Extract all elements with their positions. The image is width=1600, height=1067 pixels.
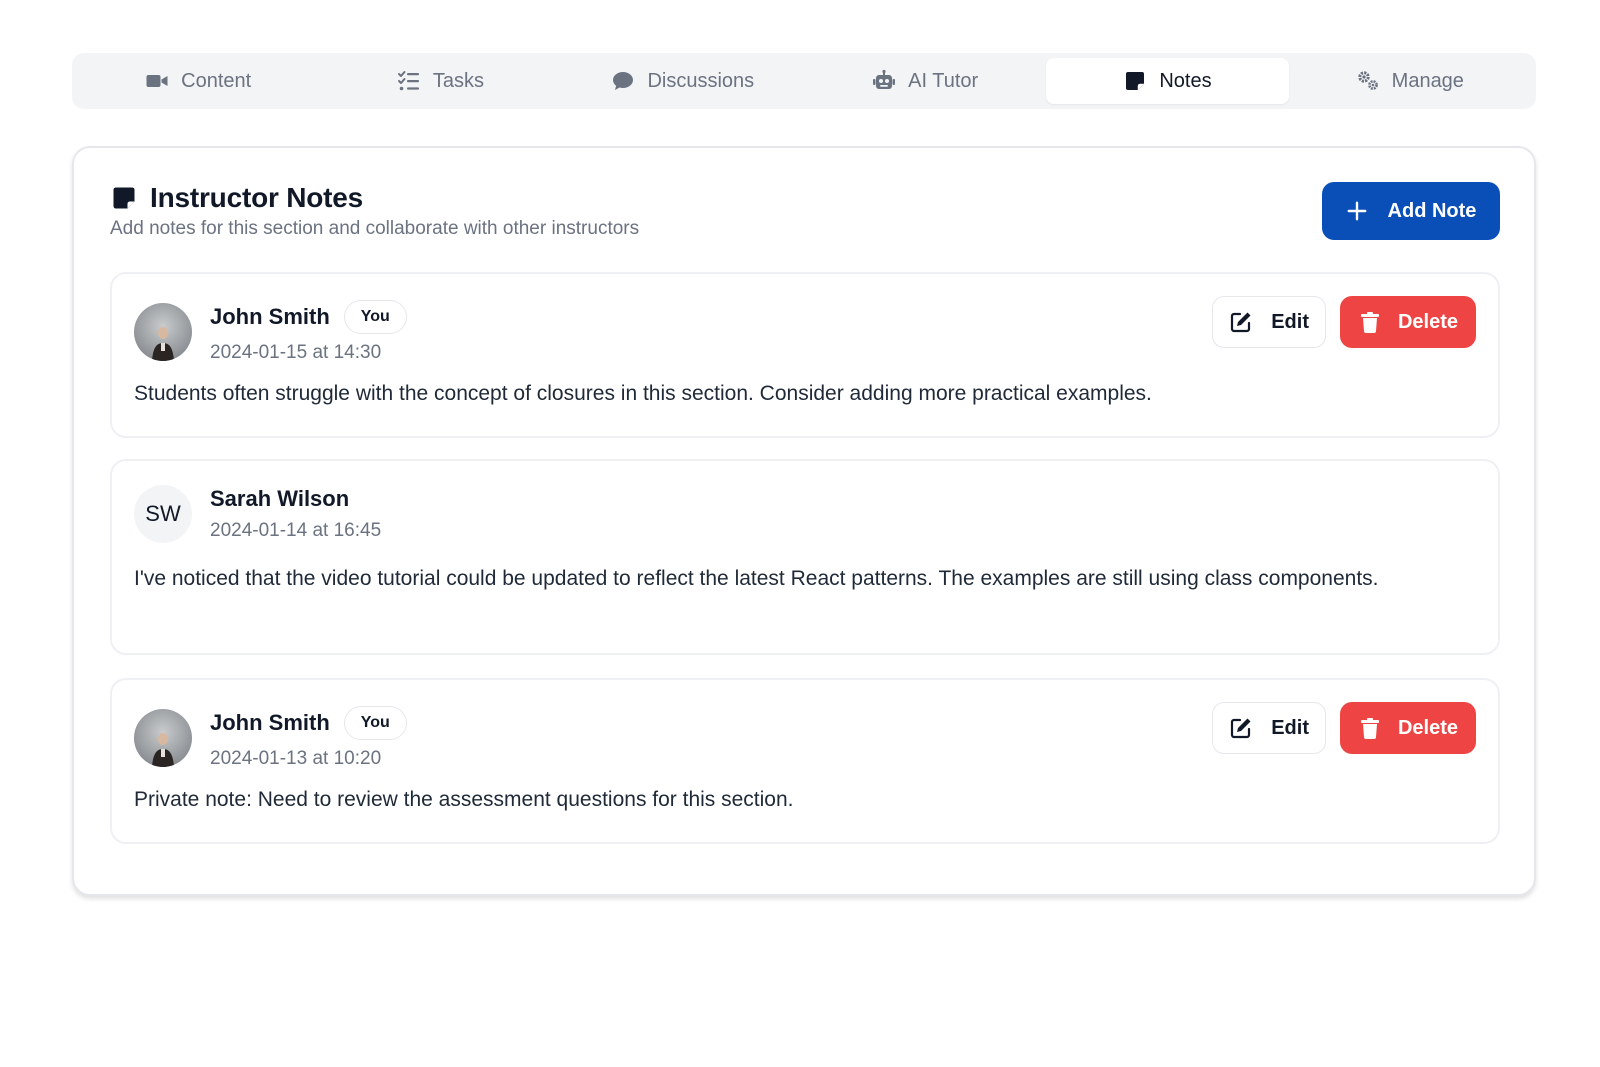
avatar: SW	[134, 485, 192, 543]
tab-label: Discussions	[647, 69, 755, 92]
edit-icon	[1230, 718, 1251, 739]
gears-icon	[1357, 71, 1378, 90]
card-header: Instructor Notes Add notes for this sect…	[110, 182, 639, 240]
delete-label: Delete	[1397, 310, 1458, 333]
you-badge: You	[343, 300, 407, 334]
author-name: John Smith	[210, 710, 330, 735]
tab-label: AI Tutor	[908, 69, 979, 92]
note-item: John Smith You 2024-01-15 at 14:30 Edit	[110, 272, 1500, 438]
edit-button[interactable]: Edit	[1212, 296, 1326, 348]
note-text: Students often struggle with the concept…	[134, 382, 1152, 405]
video-icon	[146, 75, 168, 87]
add-note-label: Add Note	[1387, 199, 1477, 222]
note-item: John Smith You 2024-01-13 at 10:20 Edit	[110, 678, 1500, 844]
person-silhouette-icon	[152, 733, 174, 767]
tab-discussions[interactable]: Discussions	[562, 58, 804, 104]
avatar	[134, 709, 192, 767]
trash-icon	[1361, 718, 1379, 739]
add-note-button[interactable]: Add Note	[1322, 182, 1500, 240]
robot-icon	[873, 69, 896, 89]
avatar	[134, 303, 192, 361]
person-silhouette-icon	[152, 327, 174, 361]
delete-label: Delete	[1397, 716, 1458, 739]
instructor-notes-card: Instructor Notes Add notes for this sect…	[72, 146, 1536, 896]
note-date: 2024-01-15 at 14:30	[210, 342, 382, 363]
note-text: Private note: Need to review the assessm…	[134, 788, 794, 811]
edit-label: Edit	[1271, 310, 1309, 333]
trash-icon	[1361, 312, 1379, 333]
note-date: 2024-01-14 at 16:45	[210, 520, 382, 541]
card-title: Instructor Notes	[150, 182, 364, 213]
delete-button[interactable]: Delete	[1340, 296, 1476, 348]
sticky-note-icon	[113, 187, 135, 209]
you-badge: You	[343, 706, 407, 740]
tab-label: Manage	[1391, 69, 1464, 92]
tab-label: Content	[181, 69, 252, 92]
plus-icon	[1347, 201, 1366, 221]
author-name: John Smith	[210, 304, 330, 329]
tab-label: Notes	[1159, 69, 1212, 92]
author-name: Sarah Wilson	[210, 486, 350, 511]
tab-notes[interactable]: Notes	[1046, 58, 1289, 104]
tab-manage[interactable]: Manage	[1289, 58, 1531, 104]
list-check-icon	[397, 71, 419, 91]
edit-label: Edit	[1271, 716, 1309, 739]
note-date: 2024-01-13 at 10:20	[210, 748, 382, 769]
tab-label: Tasks	[432, 69, 485, 92]
section-tab-bar: Content Tasks Discussions AI Tutor Notes…	[72, 53, 1536, 109]
tab-content[interactable]: Content	[77, 58, 319, 104]
note-item: SW Sarah Wilson 2024-01-14 at 16:45 I've…	[110, 459, 1500, 655]
tab-ai-tutor[interactable]: AI Tutor	[804, 58, 1046, 104]
sticky-note-icon	[1126, 72, 1145, 90]
chat-bubble-icon	[613, 72, 634, 90]
delete-button[interactable]: Delete	[1340, 702, 1476, 754]
edit-button[interactable]: Edit	[1212, 702, 1326, 754]
note-text: I've noticed that the video tutorial cou…	[134, 567, 1379, 590]
tab-tasks[interactable]: Tasks	[319, 58, 561, 104]
card-subtitle: Add notes for this section and collabora…	[110, 218, 640, 239]
edit-icon	[1230, 312, 1251, 333]
